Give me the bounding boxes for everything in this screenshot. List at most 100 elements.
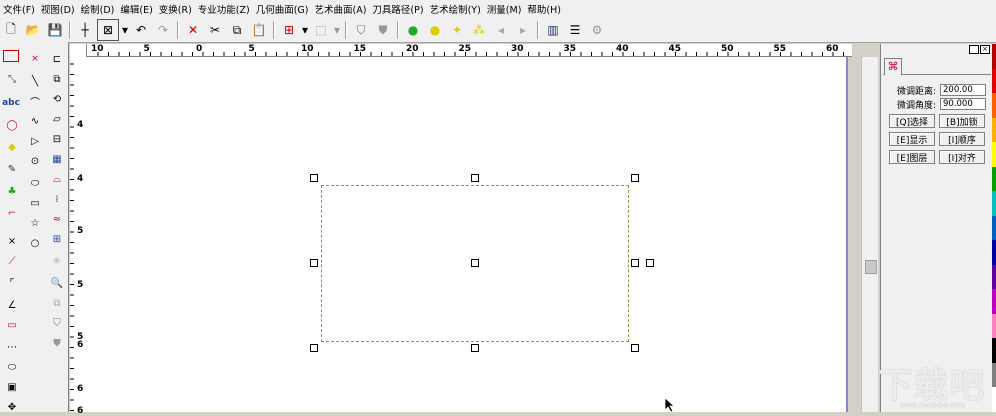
palette-swatch[interactable]: [992, 166, 996, 192]
menu-item[interactable]: 艺术绘制(Y): [427, 2, 484, 16]
fine-distance-input[interactable]: 200.00: [940, 84, 986, 96]
triangle-icon[interactable]: ▷: [26, 132, 44, 150]
envelope-icon[interactable]: ⌓: [48, 170, 66, 188]
palette-swatch[interactable]: [992, 215, 996, 241]
palette-swatch[interactable]: [992, 313, 996, 339]
node-edit-icon[interactable]: ⤡: [3, 70, 21, 88]
frame-tool-icon[interactable]: ▣: [3, 378, 21, 396]
lights-icon[interactable]: ⁂: [469, 20, 489, 40]
ellipse-tool-icon[interactable]: ⬭: [3, 358, 21, 376]
lines-icon[interactable]: ☰: [565, 20, 585, 40]
curve-icon[interactable]: ∿: [26, 112, 44, 130]
pen-tool-icon[interactable]: ✎: [3, 160, 21, 178]
light-add-icon[interactable]: ✦: [447, 20, 467, 40]
menu-item[interactable]: 文件(F): [0, 2, 38, 16]
dropdown-arrow-icon[interactable]: ▾: [301, 20, 309, 40]
x-mark-icon[interactable]: ×: [26, 50, 44, 68]
show-button[interactable]: [E]显示: [889, 132, 935, 146]
handle-rotate[interactable]: [646, 259, 654, 267]
fill-tool-icon[interactable]: ◆: [3, 138, 21, 156]
select-button[interactable]: [Q]选择: [889, 114, 935, 128]
scroll-thumb[interactable]: [865, 260, 877, 274]
mirror-icon[interactable]: ⧉: [48, 70, 66, 88]
shield-tool-icon[interactable]: ⛉: [48, 314, 66, 332]
palette-swatch[interactable]: [992, 191, 996, 216]
menu-item[interactable]: 几何曲面(G): [253, 2, 312, 16]
select-rect-icon[interactable]: [3, 50, 19, 62]
palette-swatch[interactable]: [992, 264, 996, 290]
dimension-tool-icon[interactable]: ⌐: [3, 204, 21, 222]
layer-button[interactable]: [E]图层: [889, 150, 935, 164]
offset-tool-icon[interactable]: ⋯: [3, 338, 21, 356]
panel-close-icon[interactable]: ×: [980, 45, 990, 54]
menu-item[interactable]: 专业功能(Z): [195, 2, 253, 16]
menu-item[interactable]: 绘制(D): [78, 2, 118, 16]
gear-icon[interactable]: ⚙: [587, 20, 607, 40]
redo-icon[interactable]: ↷: [153, 20, 173, 40]
line-tool-icon[interactable]: ⟋: [3, 252, 21, 270]
copy-icon[interactable]: ⧉: [227, 20, 247, 40]
handle-top-right[interactable]: [631, 174, 639, 182]
circle-dot-icon[interactable]: ⊙: [26, 152, 44, 170]
palette-swatch[interactable]: [992, 240, 996, 265]
palette-swatch[interactable]: [992, 289, 996, 314]
light-green-icon[interactable]: ●: [403, 20, 423, 40]
dropdown-arrow-icon[interactable]: ▾: [333, 20, 341, 40]
sparkle-icon[interactable]: ✳: [48, 252, 66, 270]
cube-icon[interactable]: ⬚: [311, 20, 331, 40]
handle-mid-right[interactable]: [631, 259, 639, 267]
menu-item[interactable]: 变换(R): [156, 2, 195, 16]
menu-item[interactable]: 视图(D): [38, 2, 78, 16]
rotate-icon[interactable]: ⟲: [48, 90, 66, 108]
handle-mid-left[interactable]: [310, 259, 318, 267]
node-icon[interactable]: ⊏: [48, 50, 66, 68]
trim-tool-icon[interactable]: ⨯: [3, 232, 21, 250]
palette-swatch[interactable]: [992, 44, 996, 69]
shield-filled-icon[interactable]: ⛊: [373, 20, 393, 40]
star-icon[interactable]: ☆: [26, 214, 44, 232]
paste-icon[interactable]: 📋: [249, 20, 269, 40]
align-button[interactable]: [I]对齐: [939, 150, 985, 164]
light-yellow-icon[interactable]: ●: [425, 20, 445, 40]
paint-tool-icon[interactable]: ♣: [3, 182, 21, 200]
save-icon[interactable]: 💾: [45, 20, 65, 40]
move-tool-icon[interactable]: ✥: [3, 398, 21, 416]
menu-item[interactable]: 刀具路径(P): [369, 2, 426, 16]
path-icon[interactable]: ⁞: [48, 190, 66, 208]
delete-icon[interactable]: ✕: [183, 20, 203, 40]
handle-top-mid[interactable]: [471, 174, 479, 182]
palette-swatch[interactable]: [992, 117, 996, 143]
fine-angle-input[interactable]: 90.000: [940, 98, 986, 110]
shape-tool-icon[interactable]: ◯: [3, 116, 21, 134]
handle-bottom-right[interactable]: [631, 344, 639, 352]
ellipse-icon[interactable]: ⬭: [26, 174, 44, 192]
angle-tool-icon[interactable]: ∠: [3, 296, 21, 314]
menu-item[interactable]: 帮助(H): [524, 2, 564, 16]
cut-icon[interactable]: ✂: [205, 20, 225, 40]
palette-swatch[interactable]: [992, 93, 996, 118]
copy-shape-icon[interactable]: ⧉: [48, 294, 66, 312]
shield-icon[interactable]: ⛉: [351, 20, 371, 40]
arrow-right-icon[interactable]: ▸: [513, 20, 533, 40]
menu-item[interactable]: 艺术曲面(A): [312, 2, 370, 16]
circle-icon[interactable]: ○: [26, 234, 44, 252]
lock-button[interactable]: [B]加锁: [939, 114, 985, 128]
handle-bottom-left[interactable]: [310, 344, 318, 352]
grid-icon[interactable]: ⊞: [279, 20, 299, 40]
layers-icon[interactable]: ▥: [543, 20, 563, 40]
arc-icon[interactable]: ⌒: [26, 92, 44, 110]
panel-restore-icon[interactable]: [969, 45, 979, 54]
order-button[interactable]: [I]顺序: [939, 132, 985, 146]
new-file-icon[interactable]: 🗋: [1, 20, 21, 40]
shield-fill-icon[interactable]: ⛊: [48, 334, 66, 352]
handle-top-left[interactable]: [310, 174, 318, 182]
corner-tool-icon[interactable]: ⌜: [3, 274, 21, 292]
palette-swatch[interactable]: [992, 68, 996, 94]
rect-tool-icon[interactable]: ▭: [3, 316, 21, 334]
arrow-left-icon[interactable]: ◂: [491, 20, 511, 40]
crosshair-icon[interactable]: ┼: [75, 20, 95, 40]
panel-tab-icon[interactable]: ⌘: [884, 58, 902, 75]
menu-item[interactable]: 编辑(E): [117, 2, 155, 16]
dropdown-arrow-icon[interactable]: ▾: [121, 20, 129, 40]
handle-bottom-mid[interactable]: [471, 344, 479, 352]
